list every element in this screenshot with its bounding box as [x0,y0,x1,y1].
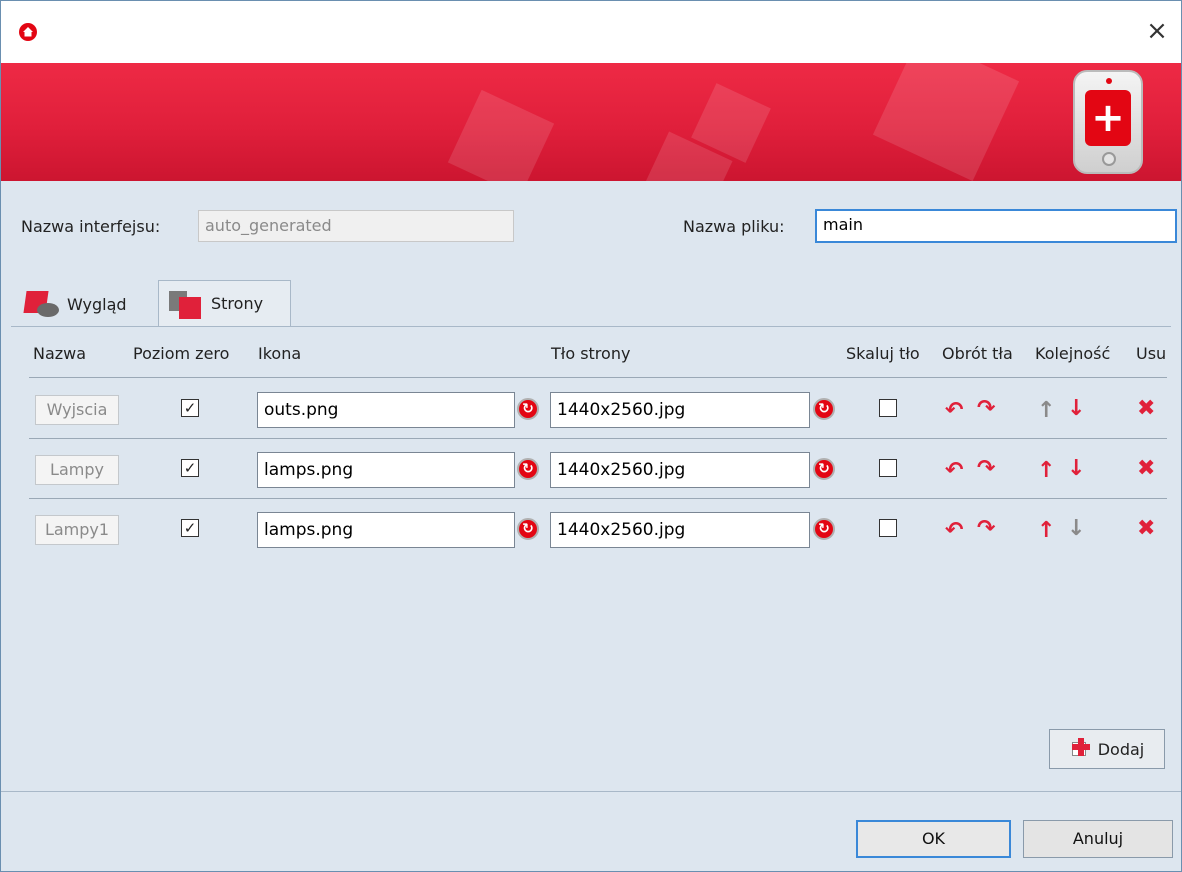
scale-bg-checkbox[interactable] [879,519,897,537]
row-separator [29,377,1167,378]
col-header-order: Kolejność [1035,344,1111,363]
tab-pages-label: Strony [211,294,264,313]
level-zero-checkbox[interactable]: ✓ [181,399,199,417]
move-up-icon[interactable]: ↑ [1037,519,1055,543]
icon-file-field[interactable]: outs.png [257,392,515,428]
delete-icon[interactable]: ✖ [1137,397,1155,421]
col-header-rotate-bg: Obrót tła [942,344,1013,363]
col-header-level-zero: Poziom zero [133,344,230,363]
move-up-icon[interactable]: ↑ [1037,459,1055,483]
cancel-button[interactable]: Anuluj [1023,820,1173,858]
row-separator [29,498,1167,499]
home-app-icon [19,23,37,41]
col-header-delete: Usu [1136,344,1167,363]
dialog-window: × + Nazwa interfejsu: auto_generated Naz… [0,0,1182,872]
tab-appearance[interactable]: Wygląd [15,281,135,327]
move-down-icon[interactable]: ↓ [1067,457,1085,481]
banner-decoration [872,63,1020,181]
delete-icon[interactable]: ✖ [1137,517,1155,541]
rotate-left-icon[interactable]: ↶ [945,459,963,483]
interface-name-field: auto_generated [198,210,514,242]
level-zero-checkbox[interactable]: ✓ [181,519,199,537]
rotate-right-icon[interactable]: ↷ [977,457,995,481]
icon-refresh-icon[interactable]: ↻ [517,518,539,540]
icon-file-field[interactable]: lamps.png [257,512,515,548]
title-bar: × [1,1,1181,63]
header-banner: + [1,63,1181,181]
add-icon [1070,738,1092,760]
add-button-label: Dodaj [1097,739,1145,759]
background-file-field[interactable]: 1440x2560.jpg [550,452,810,488]
scale-bg-checkbox[interactable] [879,459,897,477]
scale-bg-checkbox[interactable] [879,399,897,417]
icon-refresh-icon[interactable]: ↻ [517,458,539,480]
tab-appearance-label: Wygląd [67,294,127,314]
page-name-field[interactable]: Lampy1 [35,515,119,545]
rotate-left-icon[interactable]: ↶ [945,399,963,423]
page-name-field[interactable]: Wyjscia [35,395,119,425]
appearance-icon [23,289,59,319]
background-refresh-icon[interactable]: ↻ [813,518,835,540]
banner-decoration [447,89,555,181]
close-button[interactable]: × [1137,11,1177,51]
ok-button[interactable]: OK [856,820,1011,858]
background-file-field[interactable]: 1440x2560.jpg [550,392,810,428]
rotate-right-icon[interactable]: ↷ [977,517,995,541]
page-name-field[interactable]: Lampy [35,455,119,485]
background-file-field[interactable]: 1440x2560.jpg [550,512,810,548]
mobile-device-icon: + [1073,70,1143,174]
delete-icon[interactable]: ✖ [1137,457,1155,481]
rotate-right-icon[interactable]: ↷ [977,397,995,421]
file-name-label: Nazwa pliku: [683,217,785,236]
col-header-icon: Ikona [258,344,302,363]
row-separator [29,438,1167,439]
icon-file-field[interactable]: lamps.png [257,452,515,488]
col-header-background: Tło strony [551,344,631,363]
col-header-name: Nazwa [33,344,87,363]
footer-divider [1,791,1181,792]
background-refresh-icon[interactable]: ↻ [813,458,835,480]
tab-divider [11,326,1171,327]
add-page-button[interactable]: Dodaj [1049,729,1165,769]
rotate-left-icon[interactable]: ↶ [945,519,963,543]
pages-icon [167,289,203,319]
level-zero-checkbox[interactable]: ✓ [181,459,199,477]
move-up-icon: ↑ [1037,398,1056,423]
move-down-icon[interactable]: ↓ [1067,397,1085,421]
background-refresh-icon[interactable]: ↻ [813,398,835,420]
tab-pages[interactable]: Strony [158,280,291,326]
file-name-field[interactable]: main [815,209,1177,243]
interface-name-label: Nazwa interfejsu: [21,217,161,236]
icon-refresh-icon[interactable]: ↻ [517,398,539,420]
move-down-icon: ↓ [1067,516,1086,541]
col-header-scale-bg: Skaluj tło [846,344,920,363]
